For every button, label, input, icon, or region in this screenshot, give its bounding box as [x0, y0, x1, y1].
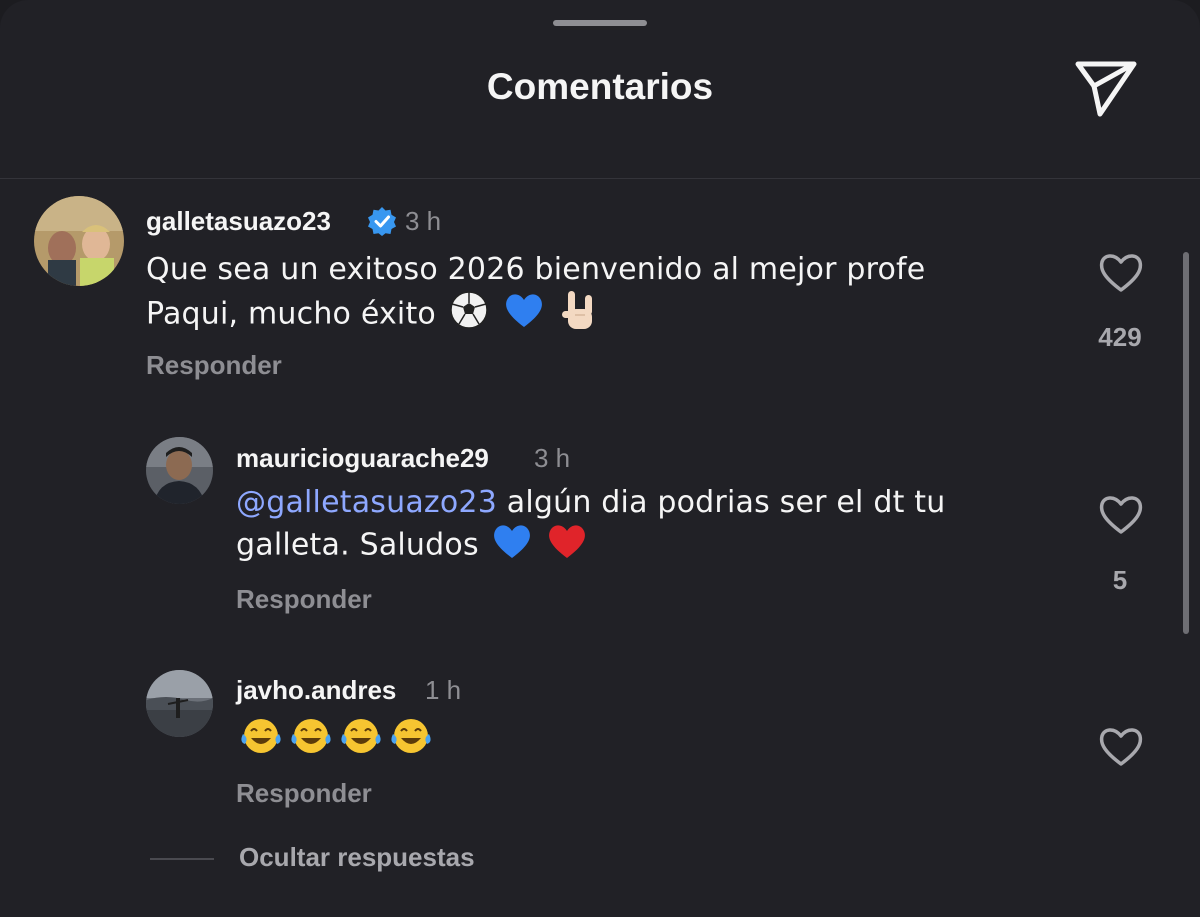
- reply-button[interactable]: Responder: [236, 778, 372, 809]
- comments-header: Comentarios: [0, 0, 1200, 179]
- blue-heart-icon: [504, 291, 544, 339]
- hide-replies-button[interactable]: Ocultar respuestas: [239, 842, 475, 873]
- comment-time: 1 h: [425, 675, 462, 705]
- tears-of-joy-icon: [289, 716, 333, 766]
- reply-button[interactable]: Responder: [146, 350, 282, 381]
- like-button[interactable]: [1097, 492, 1145, 536]
- comment-time: 3 h: [405, 206, 442, 236]
- like-button[interactable]: [1097, 250, 1145, 294]
- tears-of-joy-icon: [239, 716, 283, 766]
- mention-link[interactable]: @galletasuazo23: [236, 485, 497, 520]
- share-button[interactable]: [1072, 56, 1140, 120]
- comment-time: 3 h: [534, 443, 571, 473]
- scrollbar[interactable]: [1183, 252, 1189, 634]
- comment-text: Que sea un exitoso 2026 bienvenido al me…: [146, 250, 986, 341]
- like-button[interactable]: [1097, 724, 1145, 768]
- soccer-ball-icon: [449, 290, 489, 340]
- reply-button[interactable]: Responder: [236, 584, 372, 615]
- comment-username[interactable]: mauricioguarache29: [236, 443, 489, 474]
- comment-text: [236, 716, 536, 766]
- red-heart-icon: [547, 522, 587, 570]
- verified-badge-icon: [368, 207, 396, 236]
- heart-icon: [1099, 728, 1143, 766]
- comments-sheet: Comentarios galletasuazo23 3 h Que sea u…: [0, 0, 1200, 917]
- heart-icon: [1099, 254, 1143, 292]
- avatar[interactable]: [146, 437, 213, 504]
- like-count: 429: [1098, 322, 1142, 352]
- avatar[interactable]: [146, 670, 213, 737]
- comment-text: @galletasuazo23 algún dia podrias ser el…: [236, 483, 996, 570]
- rock-on-hand-icon: [560, 289, 598, 341]
- tears-of-joy-icon: [389, 716, 433, 766]
- heart-icon: [1099, 496, 1143, 534]
- paper-plane-icon: [1075, 61, 1137, 117]
- blue-heart-icon: [492, 522, 532, 570]
- comment-username[interactable]: javho.andres: [236, 675, 396, 706]
- comment-username[interactable]: galletasuazo23: [146, 206, 331, 237]
- avatar[interactable]: [34, 196, 124, 286]
- like-count: 5: [1112, 565, 1128, 595]
- tears-of-joy-icon: [339, 716, 383, 766]
- page-title: Comentarios: [486, 66, 714, 107]
- hide-replies-divider: [150, 858, 214, 860]
